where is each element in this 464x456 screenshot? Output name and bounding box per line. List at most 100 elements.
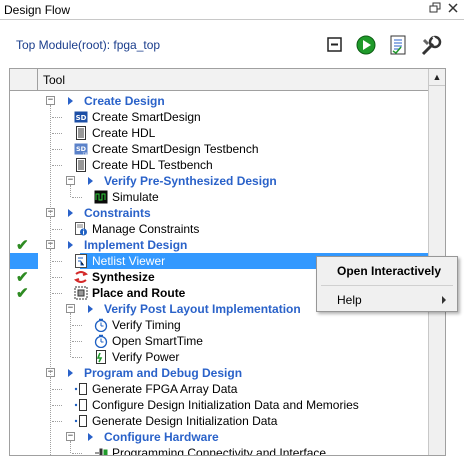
collapse-icon[interactable]: − (66, 176, 75, 185)
tree-item-row[interactable]: Simulate (10, 189, 429, 205)
tree-header: Tool (10, 69, 429, 91)
waveform-icon (94, 190, 108, 204)
tree-item-label: Create HDL Testbench (92, 158, 213, 172)
run-icon[interactable] (355, 34, 377, 56)
tree-item-row[interactable]: Create HDL Testbench (10, 157, 429, 173)
tree-item-row[interactable]: SD Create SmartDesign (10, 109, 429, 125)
status-complete-icon: ✔ (16, 237, 29, 254)
connectivity-icon (94, 446, 108, 455)
scroll-up-icon[interactable]: ▲ (429, 69, 445, 86)
tree-connector (72, 453, 82, 454)
smartdesign-tb-icon: SD TB (74, 142, 88, 156)
generate-doc-icon (74, 382, 88, 396)
status-column-header[interactable] (10, 69, 38, 90)
menu-item-help[interactable]: Help (318, 289, 456, 311)
svg-text:SD: SD (76, 114, 87, 122)
collapse-icon[interactable]: − (66, 432, 75, 441)
tree-connector (70, 313, 71, 357)
tree-item-row[interactable]: Verify Power (10, 349, 429, 365)
tree-item-label: Verify Power (112, 350, 180, 364)
selection-highlight (10, 253, 38, 269)
tree-connector (50, 105, 51, 455)
menu-item-label: Open Interactively (337, 264, 442, 278)
power-icon (94, 350, 108, 364)
generate-doc-icon (74, 414, 88, 428)
tree-group-row[interactable]: − Create Design (10, 93, 429, 109)
timing-icon (94, 334, 108, 349)
synthesize-icon (73, 270, 89, 284)
status-complete-icon: ✔ (16, 285, 29, 302)
tree-group-row[interactable]: − Constraints (10, 205, 429, 221)
tree-item-label: Open SmartTime (112, 334, 203, 348)
collapse-icon[interactable]: − (46, 96, 55, 105)
menu-item-open-interactively[interactable]: Open Interactively (318, 260, 456, 282)
tree-connector (72, 325, 82, 326)
tree-item-row[interactable]: Configure Design Initialization Data and… (10, 397, 429, 413)
tree-connector (52, 405, 62, 406)
tree-connector (72, 197, 82, 198)
group-arrow-icon (68, 209, 73, 217)
tree-connector (52, 117, 62, 118)
tree-item-label: Create SmartDesign (92, 110, 201, 124)
tree-item-row[interactable]: i Manage Constraints (10, 221, 429, 237)
group-arrow-icon (88, 433, 93, 441)
tree-group-label: Create Design (84, 94, 165, 108)
tree-connector (52, 293, 62, 294)
tree-group-row[interactable]: − Program and Debug Design (10, 365, 429, 381)
tree-group-row[interactable]: − Configure Hardware (10, 429, 429, 445)
tree-group-label: Configure Hardware (104, 430, 219, 444)
tree-item-row[interactable]: Create HDL (10, 125, 429, 141)
tree-item-row[interactable]: Verify Timing (10, 317, 429, 333)
constraints-icon: i (74, 222, 88, 237)
tree-connector (52, 389, 62, 390)
tree-group-row[interactable]: ✔ − Implement Design (10, 237, 429, 254)
submenu-arrow-icon (442, 296, 446, 304)
tree-connector (52, 421, 62, 422)
tree-group-label: Program and Debug Design (84, 366, 243, 380)
timing-icon (94, 318, 108, 333)
tree-connector (70, 185, 71, 197)
tree-item-label: Netlist Viewer (92, 254, 166, 268)
group-arrow-icon (68, 97, 73, 105)
group-arrow-icon (88, 305, 93, 313)
tree-connector (52, 261, 62, 262)
hdl-doc-icon (74, 158, 88, 172)
tool-column-header[interactable]: Tool (43, 73, 65, 87)
tree-item-row[interactable]: Open SmartTime (10, 333, 429, 349)
smartdesign-icon: SD (74, 110, 88, 124)
tree-item-row[interactable]: SD TB Create SmartDesign Testbench (10, 141, 429, 157)
collapse-all-icon[interactable] (324, 34, 346, 56)
tree-item-row[interactable]: Generate Design Initialization Data (10, 413, 429, 429)
tree-item-label: Create HDL (92, 126, 156, 140)
tree-group-label: Verify Post Layout Implementation (104, 302, 301, 316)
tree-item-label: Simulate (112, 190, 159, 204)
tree-connector (70, 441, 71, 453)
generate-doc-icon (74, 398, 88, 412)
tree-item-label: Verify Timing (112, 318, 181, 332)
top-module-label: Top Module(root): fpga_top (16, 38, 161, 52)
svg-text:i: i (82, 230, 84, 237)
tree-connector (52, 149, 62, 150)
tree-item-label: Manage Constraints (92, 222, 200, 236)
tree-group-label: Implement Design (84, 238, 188, 252)
tree-item-label: Place and Route (92, 286, 186, 300)
tree-item-label: Configure Design Initialization Data and… (92, 398, 359, 412)
menu-separator (321, 285, 453, 286)
tree-item-label: Create SmartDesign Testbench (92, 142, 259, 156)
panel-titlebar: Design Flow (0, 0, 464, 20)
menu-item-label: Help (337, 293, 362, 307)
tree-item-row[interactable]: Programming Connectivity and Interface (10, 445, 429, 455)
hdl-doc-icon (74, 126, 88, 140)
tools-icon[interactable] (419, 34, 442, 56)
tree-item-row[interactable]: Generate FPGA Array Data (10, 381, 429, 397)
collapse-icon[interactable]: − (66, 304, 75, 313)
restore-icon[interactable] (428, 2, 442, 16)
context-menu: Open Interactively Help (316, 256, 458, 312)
group-arrow-icon (88, 177, 93, 185)
report-icon[interactable] (387, 34, 409, 56)
close-icon[interactable] (446, 2, 460, 16)
tree-group-label: Constraints (84, 206, 151, 220)
tree-connector (52, 229, 62, 230)
place-route-icon (74, 286, 88, 300)
tree-group-row[interactable]: − Verify Pre-Synthesized Design (10, 173, 429, 189)
